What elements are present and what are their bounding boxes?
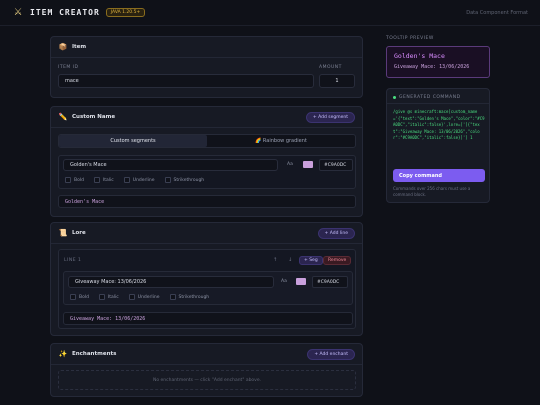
lore-italic-checkbox[interactable]: Italic bbox=[98, 294, 119, 300]
tooltip-lore: Giveaway Mace: 13/06/2026 bbox=[394, 64, 470, 70]
font-toggle[interactable]: Aa bbox=[287, 162, 293, 167]
top-bar: ⚔ ITEM CREATOR JAVA 1.20.5+ Data Compone… bbox=[0, 0, 540, 26]
segment-text-input[interactable]: Golden's Mace bbox=[63, 159, 278, 171]
enchantments-card: ✨ Enchantments + Add enchant No enchantm… bbox=[50, 343, 363, 397]
line-label: LINE 1 bbox=[64, 258, 82, 263]
lore-bold-checkbox[interactable]: Bold bbox=[70, 294, 89, 300]
lore-strikethrough-checkbox[interactable]: Strikethrough bbox=[169, 294, 209, 300]
custom-name-title: Custom Name bbox=[72, 114, 116, 120]
lore-style-options: Bold Italic Underline Strikethrough bbox=[70, 294, 209, 300]
lore-preview: Giveaway Mace: 13/06/2026 bbox=[63, 312, 353, 325]
style-options: Bold Italic Underline Strikethrough bbox=[65, 177, 204, 183]
generated-command-label: GENERATED COMMAND bbox=[399, 95, 461, 100]
add-seg-button[interactable]: + Seg bbox=[299, 256, 323, 265]
version-badge: JAVA 1.20.5+ bbox=[105, 8, 146, 17]
name-preview: Golden's Mace bbox=[58, 195, 356, 208]
item-card-title: Item bbox=[72, 44, 87, 50]
underline-checkbox[interactable]: Underline bbox=[123, 177, 155, 183]
lore-segment: Giveaway Mace: 13/06/2026 Aa #C9A0DC Bol… bbox=[63, 271, 353, 305]
tooltip-preview: Golden's Mace Giveaway Mace: 13/06/2026 bbox=[386, 46, 490, 78]
move-down-button[interactable]: ↓ bbox=[288, 257, 292, 263]
sparkles-icon: ✨ bbox=[58, 350, 68, 358]
copy-command-button[interactable]: Copy command bbox=[393, 169, 485, 182]
lore-line-1: LINE 1 ↑ ↓ + Seg Remove Giveaway Mace: 1… bbox=[58, 249, 356, 329]
name-mode-tabs: Custom segments 🌈 Rainbow gradient bbox=[58, 134, 356, 148]
lore-card: 📜 Lore + Add line LINE 1 ↑ ↓ + Seg Remov… bbox=[50, 222, 363, 336]
move-up-button[interactable]: ↑ bbox=[273, 257, 277, 263]
remove-line-button[interactable]: Remove bbox=[323, 256, 352, 265]
enchantments-title: Enchantments bbox=[72, 351, 117, 357]
item-card: 📦 Item ITEM ID AMOUNT mace 1 bbox=[50, 36, 363, 98]
italic-checkbox[interactable]: Italic bbox=[93, 177, 114, 183]
amount-input[interactable]: 1 bbox=[319, 74, 355, 88]
format-label: Data Component Format bbox=[466, 9, 528, 16]
custom-name-card: ✏️ Custom Name + Add segment Custom segm… bbox=[50, 106, 363, 217]
lore-title: Lore bbox=[72, 230, 86, 236]
color-hex-input[interactable]: #C9A0DC bbox=[319, 159, 353, 171]
command-card: GENERATED COMMAND /give @s minecraft:mac… bbox=[386, 88, 490, 203]
strikethrough-checkbox[interactable]: Strikethrough bbox=[164, 177, 204, 183]
lore-color-hex-input[interactable]: #C9A0DC bbox=[312, 276, 348, 288]
status-dot-icon bbox=[393, 96, 396, 99]
amount-label: AMOUNT bbox=[319, 65, 342, 70]
add-line-button[interactable]: + Add line bbox=[317, 227, 355, 239]
tab-custom-segments[interactable]: Custom segments bbox=[59, 135, 207, 147]
package-icon: 📦 bbox=[58, 43, 68, 51]
item-id-input[interactable]: mace bbox=[58, 74, 314, 88]
item-id-label: ITEM ID bbox=[58, 65, 79, 70]
lore-font-toggle[interactable]: Aa bbox=[281, 279, 287, 284]
command-length-note: Commands over 256 chars must use a comma… bbox=[393, 186, 471, 197]
color-swatch[interactable] bbox=[303, 161, 313, 168]
lore-underline-checkbox[interactable]: Underline bbox=[128, 294, 160, 300]
name-segment: Golden's Mace Aa #C9A0DC Bold Italic Und… bbox=[58, 155, 356, 189]
scroll-icon: 📜 bbox=[58, 229, 68, 237]
pencil-icon: ✏️ bbox=[58, 113, 68, 121]
enchantments-empty-state: No enchantments — click "Add enchant" ab… bbox=[58, 370, 356, 390]
crossed-swords-icon: ⚔ bbox=[13, 6, 23, 18]
tooltip-preview-label: TOOLTIP PREVIEW bbox=[386, 36, 434, 41]
add-enchant-button[interactable]: + Add enchant bbox=[307, 348, 355, 360]
add-segment-button[interactable]: + Add segment bbox=[305, 111, 355, 123]
tooltip-name: Golden's Mace bbox=[394, 52, 445, 60]
bold-checkbox[interactable]: Bold bbox=[65, 177, 84, 183]
tab-rainbow-gradient[interactable]: 🌈 Rainbow gradient bbox=[207, 135, 355, 147]
lore-color-swatch[interactable] bbox=[296, 278, 306, 285]
lore-segment-text-input[interactable]: Giveaway Mace: 13/06/2026 bbox=[68, 276, 274, 288]
command-text[interactable]: /give @s minecraft:mace[custom_name='{"t… bbox=[393, 109, 485, 142]
app-title: ITEM CREATOR bbox=[30, 8, 100, 17]
